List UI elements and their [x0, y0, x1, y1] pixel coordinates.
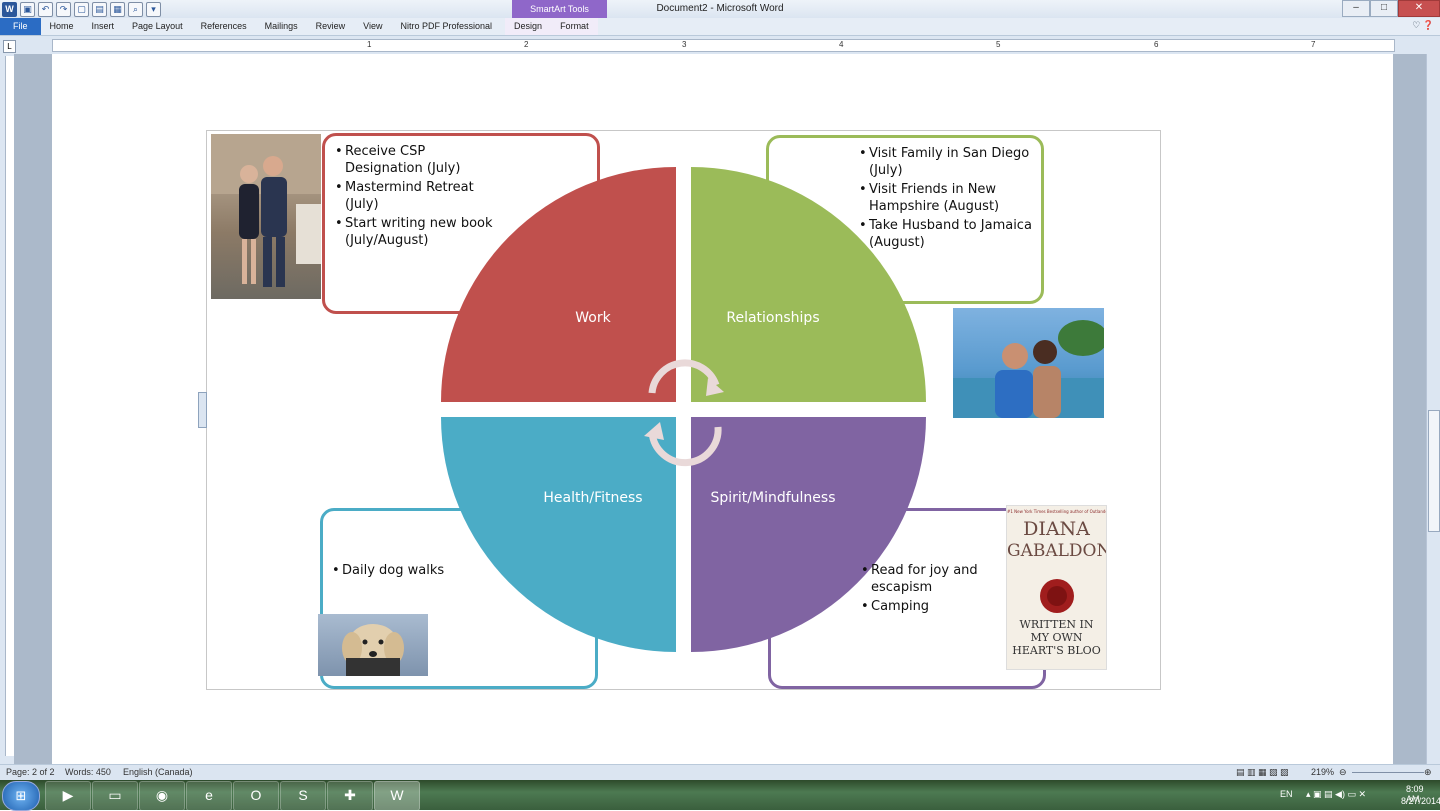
word-taskbar-icon[interactable]: W	[374, 781, 420, 811]
spirit-label: Spirit/Mindfulness	[710, 490, 836, 506]
firefox-icon[interactable]: ◉	[139, 781, 185, 811]
list-item: Start writing new book (July/August)	[335, 215, 505, 249]
language-bar[interactable]: EN	[1280, 789, 1293, 799]
outlook-icon[interactable]: O	[233, 781, 279, 811]
relationships-bullets[interactable]: Visit Family in San Diego (July) Visit F…	[859, 145, 1034, 253]
dog-silhouette	[342, 624, 404, 676]
relationships-photo[interactable]	[953, 308, 1104, 418]
tray-icons[interactable]: ▴ ▣ ▤ ◀) ▭ ✕	[1306, 789, 1366, 800]
list-item: Visit Friends in New Hampshire (August)	[859, 181, 1034, 215]
media-player-icon[interactable]: ▶	[45, 781, 91, 811]
zoom-level[interactable]: 219%	[1311, 767, 1334, 777]
health-bullets[interactable]: Daily dog walks	[332, 562, 472, 581]
list-item: Receive CSP Designation (July)	[335, 143, 505, 177]
skype-icon[interactable]: S	[280, 781, 326, 811]
health-label: Health/Fitness	[543, 490, 643, 506]
spirit-bullets[interactable]: Read for joy and escapism Camping	[861, 562, 996, 617]
page-count[interactable]: Page: 2 of 2	[6, 767, 55, 777]
file-explorer-icon[interactable]: ▭	[92, 781, 138, 811]
game-app-icon[interactable]: ✚	[327, 781, 373, 811]
work-bullets[interactable]: Receive CSP Designation (July) Mastermin…	[335, 143, 505, 251]
zoom-out-icon[interactable]: ⊖	[1339, 767, 1347, 778]
book-title-line1: WRITTEN IN	[1019, 618, 1094, 631]
list-item: Take Husband to Jamaica (August)	[859, 217, 1034, 251]
book-title-line2: MY OWN	[1030, 631, 1083, 644]
view-buttons[interactable]: ▤ ▥ ▦ ▧ ▨	[1236, 767, 1289, 778]
work-photo[interactable]	[211, 134, 321, 299]
dog-photo[interactable]	[318, 614, 428, 676]
list-item: Mastermind Retreat (July)	[335, 179, 505, 213]
word-count[interactable]: Words: 450	[65, 767, 111, 777]
relationships-label: Relationships	[726, 310, 820, 326]
status-bar: Page: 2 of 2 Words: 450 English (Canada)…	[0, 764, 1440, 781]
internet-explorer-icon[interactable]: e	[186, 781, 232, 811]
book-author-line1: DIANA	[1023, 518, 1090, 540]
health-quadrant[interactable]	[441, 417, 676, 652]
system-tray: EN ▴ ▣ ▤ ◀) ▭ ✕ 8:09 AM 8/27/2014	[1236, 782, 1440, 808]
start-button[interactable]: ⊞	[2, 781, 40, 811]
zoom-slider[interactable]	[1352, 772, 1424, 773]
language-indicator[interactable]: English (Canada)	[123, 767, 193, 777]
list-item: Camping	[861, 598, 996, 615]
wax-seal-icon	[1040, 579, 1074, 613]
work-label: Work	[575, 310, 611, 326]
list-item: Visit Family in San Diego (July)	[859, 145, 1034, 179]
book-tagline: #1 New York Times Bestselling author of …	[1007, 509, 1106, 514]
windows-taskbar: ⊞ ▶ ▭ ◉ e O S ✚ W	[0, 780, 1440, 811]
couple-silhouette	[953, 320, 1104, 418]
clock-date[interactable]: 8/27/2014	[1401, 796, 1440, 806]
book-author-line2: GABALDON	[1007, 541, 1106, 561]
book-cover[interactable]: #1 New York Times Bestselling author of …	[1006, 505, 1107, 670]
zoom-in-icon[interactable]: ⊕	[1424, 767, 1432, 778]
book-title-line3: HEART'S BLOO	[1012, 644, 1101, 657]
list-item: Daily dog walks	[332, 562, 472, 579]
list-item: Read for joy and escapism	[861, 562, 996, 596]
quadrant-cycle-graphic	[441, 167, 926, 652]
people-silhouette	[211, 134, 321, 287]
book-title: WRITTEN IN MY OWN HEART'S BLOO	[1007, 618, 1106, 657]
